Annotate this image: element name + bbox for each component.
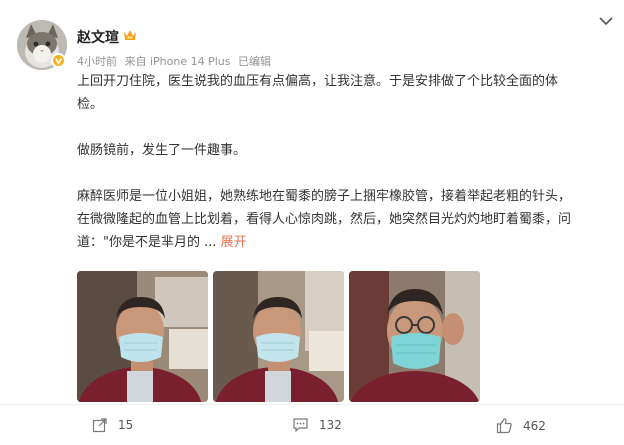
- share-button[interactable]: 15: [92, 417, 133, 433]
- comment-button[interactable]: 132: [292, 417, 342, 433]
- edited-label[interactable]: 已编辑: [238, 55, 271, 68]
- post-time[interactable]: 4小时前: [77, 55, 117, 68]
- user-name[interactable]: 赵文瑄: [77, 27, 119, 47]
- post-text-line: 检。: [77, 97, 104, 112]
- post-source: 来自 iPhone 14 Plus: [124, 55, 231, 68]
- post-text-line: 麻醉医师是一位小姐姐，她熟练地在蜀黍的膀子上捆牢橡胶管，接着举起老粗的针头，: [77, 189, 572, 204]
- comment-icon: [293, 418, 308, 433]
- expand-link[interactable]: 展开: [221, 235, 247, 250]
- photo-thumbnail-3[interactable]: [349, 271, 480, 402]
- post-text-line: 在微微隆起的血管上比划着，看得人心惊肉跳，然后，她突然目光灼灼地盯着蜀黍，问: [77, 212, 572, 227]
- photo-grid: [77, 271, 480, 402]
- action-bar: 15 132 462: [0, 404, 624, 445]
- like-button[interactable]: 462: [496, 417, 546, 434]
- post-content: 上回开刀住院，医生说我的血压有点偏高，让我注意。于是安排做了个比较全面的体 检。…: [77, 70, 617, 254]
- share-icon: [92, 418, 107, 433]
- post-text-line: 上回开刀住院，医生说我的血压有点偏高，让我注意。于是安排做了个比较全面的体: [77, 74, 559, 89]
- crown-icon[interactable]: [122, 28, 138, 42]
- comment-count: 132: [319, 418, 342, 432]
- post-text-line: 做肠镜前，发生了一件趣事。: [77, 143, 247, 158]
- post-text-truncated: 道："你是不是芈月的 ...: [77, 235, 217, 250]
- post-meta: 4小时前 来自 iPhone 14 Plus 已编辑: [77, 53, 275, 69]
- photo-thumbnail-2[interactable]: [213, 271, 344, 402]
- like-count: 462: [523, 418, 546, 433]
- post-text-line-last: 道："你是不是芈月的 ... 展开: [77, 231, 617, 254]
- photo-thumbnail-1[interactable]: [77, 271, 208, 402]
- chevron-down-icon[interactable]: [598, 15, 614, 27]
- thumbs-up-icon: [496, 418, 512, 434]
- verified-badge-icon: [51, 53, 66, 68]
- share-count: 15: [118, 418, 134, 432]
